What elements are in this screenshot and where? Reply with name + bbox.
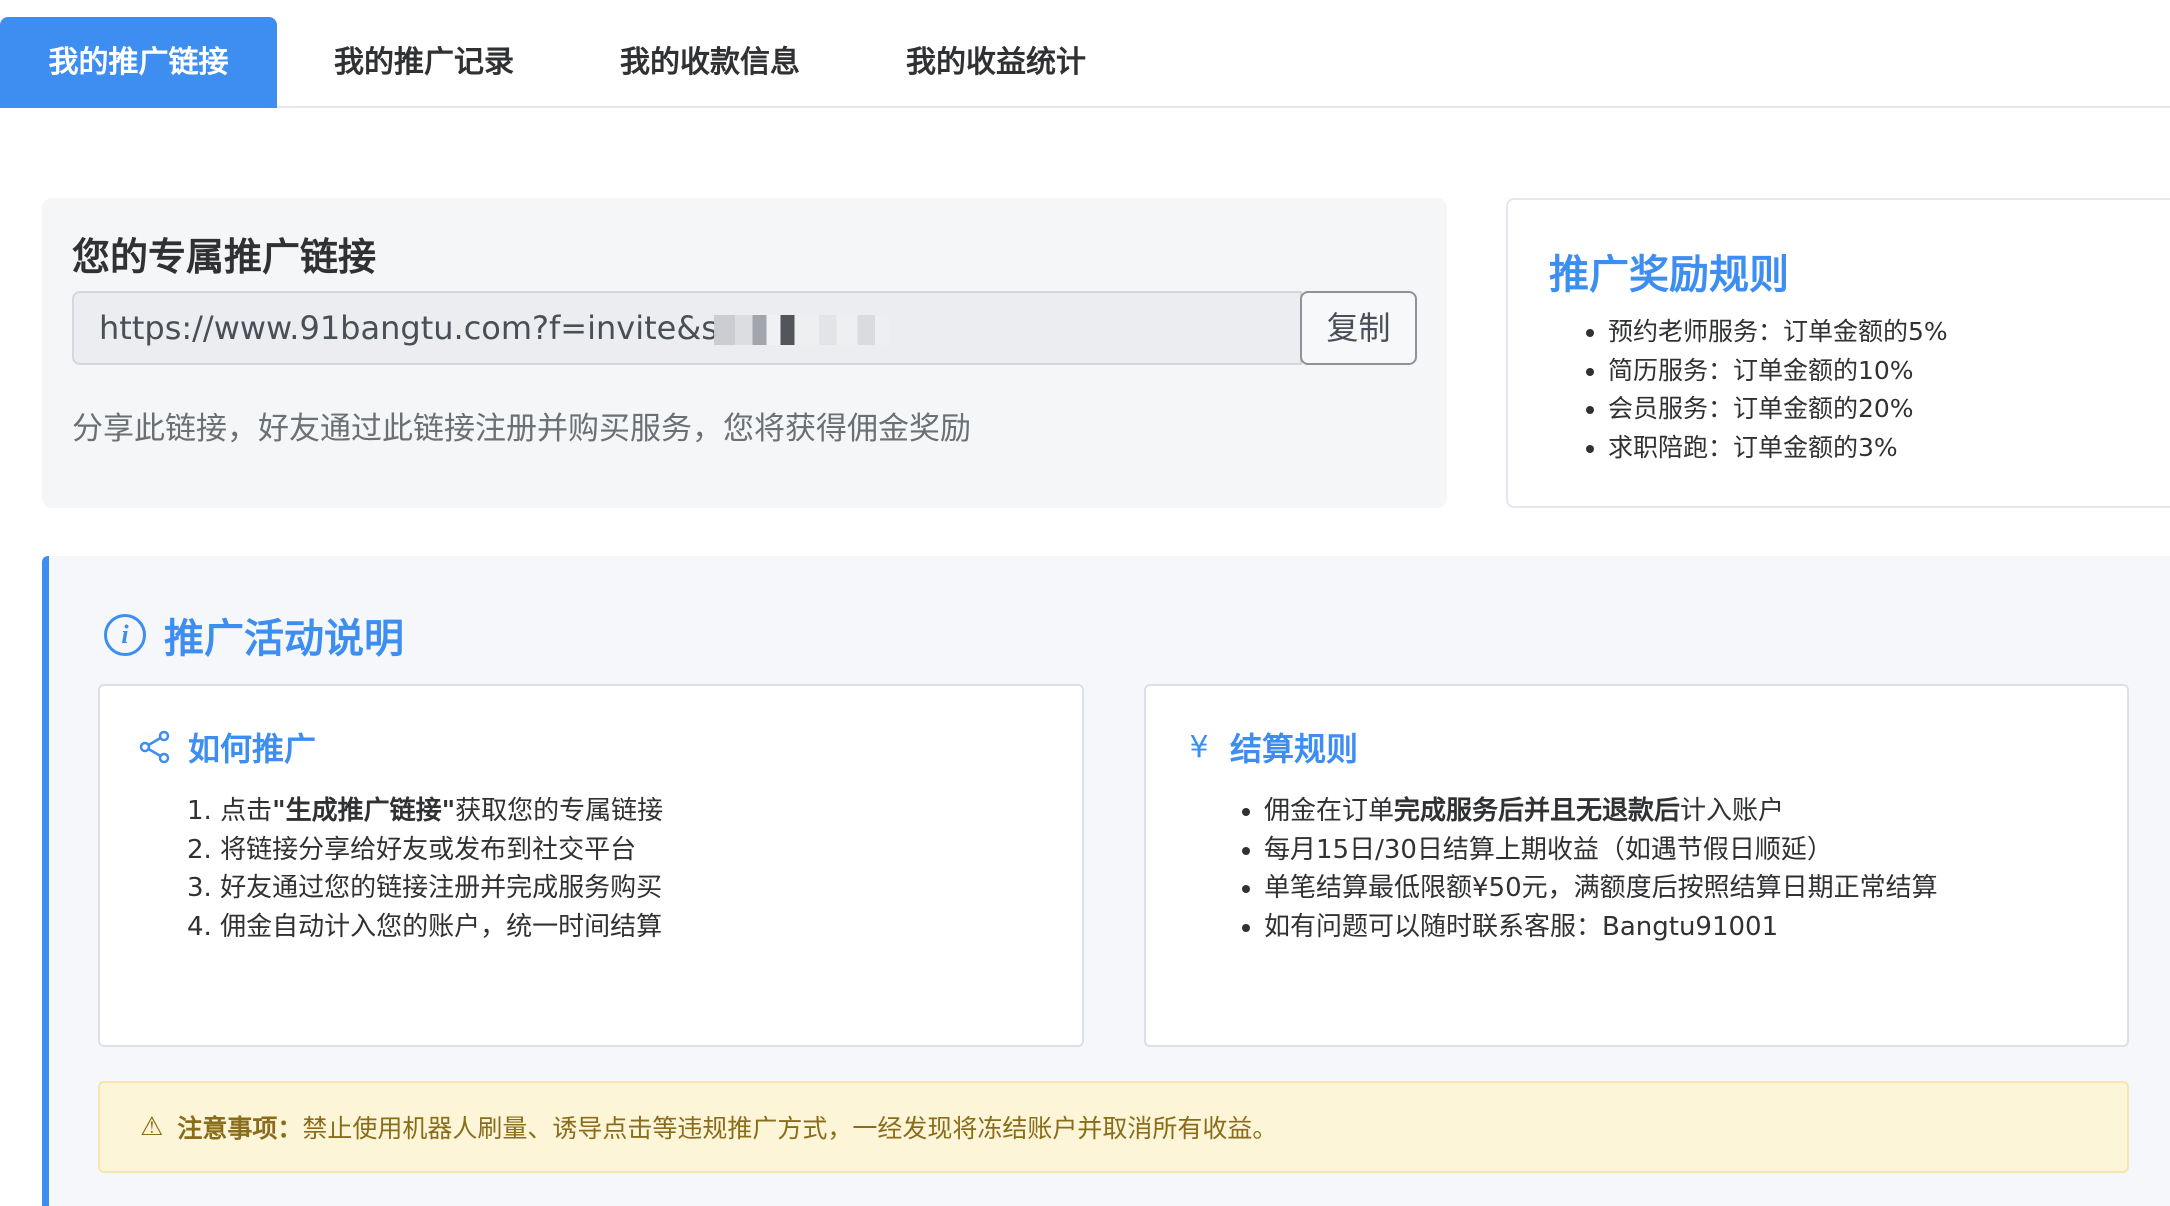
warning-notice: ⚠ 注意事项： 禁止使用机器人刷量、诱导点击等违规推广方式，一经发现将冻结账户并… — [98, 1081, 2129, 1173]
reward-rules-list: 预约老师服务：订单金额的5% 简历服务：订单金额的10% 会员服务：订单金额的2… — [1586, 313, 1948, 468]
tab-promo-records[interactable]: 我的推广记录 — [310, 17, 538, 108]
step-text: 获取您的专属链接 — [455, 796, 664, 826]
how-to-promote-header: 如何推广 — [138, 724, 316, 770]
activity-header: i 推广活动说明 — [104, 606, 404, 664]
promo-link-hint: 分享此链接，好友通过此链接注册并购买服务，您将获得佣金奖励 — [72, 411, 971, 447]
promo-link-title: 您的专属推广链接 — [72, 235, 377, 279]
step-item: 3. 好友通过您的链接注册并完成服务购买 — [187, 873, 663, 903]
rule-text: 计入账户 — [1680, 796, 1785, 826]
settlement-rule-item: 每月15日/30日结算上期收益（如遇节假日顺延） — [1242, 831, 1938, 870]
settlement-rules-title: 结算规则 — [1230, 730, 1359, 768]
settlement-rules-list: 佣金在订单完成服务后并且无退款后计入账户 每月15日/30日结算上期收益（如遇节… — [1242, 792, 1938, 947]
step-item: 4. 佣金自动计入您的账户，统一时间结算 — [187, 911, 663, 942]
how-to-promote-title: 如何推广 — [188, 730, 317, 768]
reward-rules-title: 推广奖励规则 — [1549, 252, 1789, 298]
activity-section: i 推广活动说明 如何推广 1. 点击"生成推广链接"获取您的专属链接 2. 将… — [42, 556, 2170, 1206]
reward-rules-card: 推广奖励规则 预约老师服务：订单金额的5% 简历服务：订单金额的10% 会员服务… — [1506, 198, 2170, 508]
settlement-rules-header: ¥ 结算规则 — [1184, 724, 1358, 770]
yen-icon: ¥ — [1189, 729, 1209, 765]
warning-label: 注意事项： — [177, 1114, 303, 1143]
step-item: 1. 点击"生成推广链接"获取您的专属链接 — [187, 792, 663, 831]
step-item: 2. 将链接分享给好友或发布到社交平台 — [187, 834, 637, 865]
tab-bar: 我的推广链接 我的推广记录 我的收款信息 我的收益统计 — [0, 0, 2170, 108]
warning-icon: ⚠ — [140, 1112, 164, 1142]
tab-payment-info[interactable]: 我的收款信息 — [596, 17, 824, 108]
promo-link-card: 您的专属推广链接 https://www.91bangtu.com?f=invi… — [42, 198, 1447, 508]
rule-highlight: 完成服务后并且无退款后 — [1394, 796, 1681, 826]
copy-button[interactable]: 复制 — [1300, 291, 1417, 365]
reward-rule-item: 求职陪跑：订单金额的3% — [1586, 429, 1948, 468]
warning-text: 禁止使用机器人刷量、诱导点击等违规推广方式，一经发现将冻结账户并取消所有收益。 — [302, 1114, 1278, 1143]
promo-link-value: https://www.91bangtu.com?f=invite&s — [99, 309, 718, 347]
info-icon: i — [104, 614, 146, 656]
share-icon — [139, 730, 170, 764]
settlement-rule-item: 如有问题可以随时联系客服：Bangtu91001 — [1242, 908, 1938, 947]
tab-promo-link[interactable]: 我的推广链接 — [0, 17, 277, 108]
step-text: 1. 点击 — [187, 796, 273, 826]
step-highlight: "生成推广链接" — [272, 796, 456, 826]
settlement-rules-box: ¥ 结算规则 佣金在订单完成服务后并且无退款后计入账户 每月15日/30日结算上… — [1144, 684, 2129, 1047]
promo-link-field[interactable]: https://www.91bangtu.com?f=invite&s — [72, 291, 1302, 365]
reward-rule-item: 会员服务：订单金额的20% — [1586, 390, 1948, 429]
settlement-rule-item: 佣金在订单完成服务后并且无退款后计入账户 — [1242, 792, 1938, 831]
redacted-link-suffix — [713, 315, 889, 345]
reward-rule-item: 简历服务：订单金额的10% — [1586, 352, 1948, 391]
tab-earnings-stats[interactable]: 我的收益统计 — [882, 17, 1110, 108]
rule-text: 佣金在订单 — [1264, 796, 1395, 826]
settlement-rule-item: 单笔结算最低限额¥50元，满额度后按照结算日期正常结算 — [1242, 869, 1938, 908]
how-to-promote-steps: 1. 点击"生成推广链接"获取您的专属链接 2. 将链接分享给好友或发布到社交平… — [187, 792, 663, 946]
reward-rule-item: 预约老师服务：订单金额的5% — [1586, 313, 1948, 352]
how-to-promote-box: 如何推广 1. 点击"生成推广链接"获取您的专属链接 2. 将链接分享给好友或发… — [98, 684, 1084, 1047]
activity-title: 推广活动说明 — [164, 616, 404, 662]
